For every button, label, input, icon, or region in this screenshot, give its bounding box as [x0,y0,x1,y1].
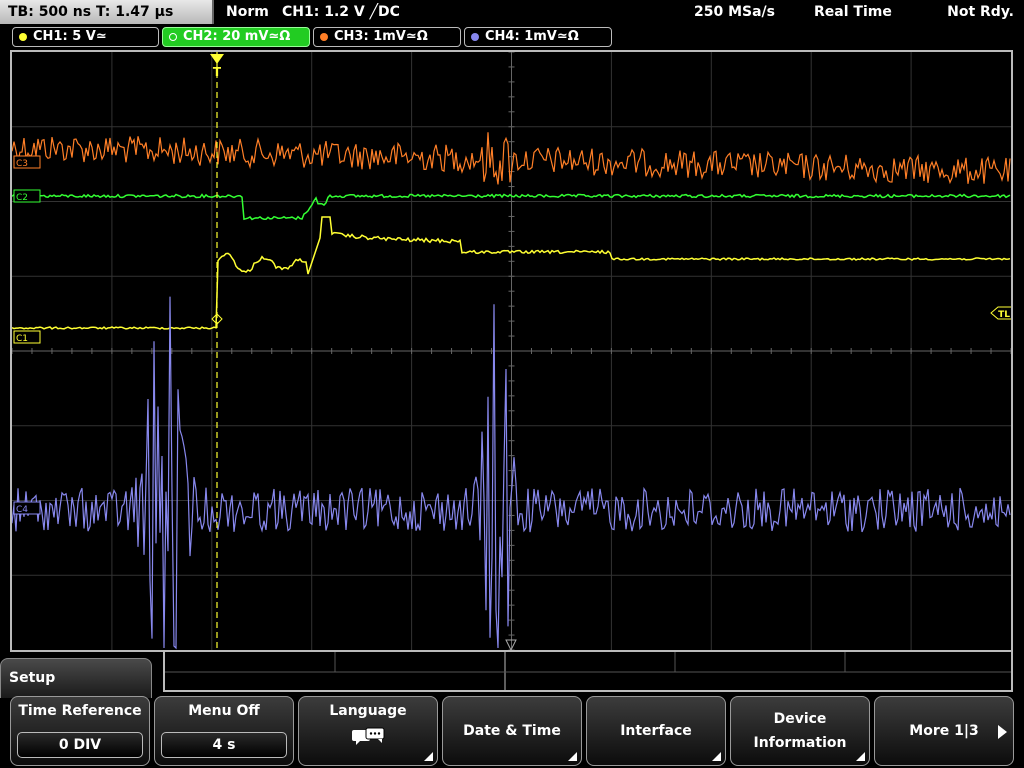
channel-tab-ch1[interactable]: CH1: 5 V≃ [12,27,159,47]
device-information-button[interactable]: Device Information [730,696,870,766]
interface-button[interactable]: Interface [586,696,726,766]
ch2-color-icon [169,33,177,41]
next-page-arrow-icon [998,725,1007,739]
ch2-marker-label: C2 [16,193,28,203]
date-time-label: Date & Time [463,723,561,739]
ch4-label: CH4: 1mV≃Ω [485,29,579,44]
zoom-strip [163,652,1013,692]
ch3-marker-label: C3 [16,159,28,169]
trigger-mode[interactable]: Norm [226,0,269,24]
waveform-canvas: T TL C1 C2 C3 C4 [12,52,1011,650]
device-information-label: Device Information [753,711,847,751]
trigger-setting[interactable]: CH1: 1.2 V ╱DC [282,0,400,24]
ch3-color-icon [320,33,328,41]
ch2-label: CH2: 20 mV≃Ω [183,29,291,44]
time-reference-value: 0 DIV [17,732,143,758]
sample-rate: 250 MSa/s [694,4,776,20]
submenu-indicator-icon [424,752,433,761]
status-bar: TB: 500 ns T: 1.47 µs Norm CH1: 1.2 V ╱D… [0,0,1024,24]
menu-off-button[interactable]: Menu Off 4 s [154,696,294,766]
ch1-label: CH1: 5 V≃ [33,29,107,44]
timebase-readout[interactable]: TB: 500 ns T: 1.47 µs [0,0,214,24]
trigger-top-label: T [213,65,222,79]
ch4-marker-label: C4 [16,505,28,515]
zoom-strip-canvas [165,652,1011,692]
submenu-indicator-icon [568,752,577,761]
ch1-marker-label: C1 [16,334,28,344]
time-reference-button[interactable]: Time Reference 0 DIV [10,696,150,766]
menu-title-tab: Setup [0,658,152,698]
ch1-color-icon [19,33,27,41]
time-reference-label: Time Reference [18,703,142,719]
channel-tab-ch4[interactable]: CH4: 1mV≃Ω [464,27,612,47]
language-label: Language [329,703,407,719]
language-button[interactable]: Language [298,696,438,766]
interface-label: Interface [620,723,692,739]
waveform-display[interactable]: T TL C1 C2 C3 C4 [10,50,1013,652]
ch3-label: CH3: 1mV≃Ω [334,29,428,44]
trigger-level-label: TL [998,310,1010,320]
graticule [12,52,1011,650]
menu-off-label: Menu Off [188,703,260,719]
menu-off-value: 4 s [161,732,287,758]
acquisition-mode: Real Time [814,4,892,20]
acquisition-state: Not Rdy. [947,4,1014,20]
channel-tab-ch2[interactable]: CH2: 20 mV≃Ω [162,27,310,47]
channel-tab-ch3[interactable]: CH3: 1mV≃Ω [313,27,461,47]
speech-bubbles-icon [352,727,385,745]
ch4-color-icon [471,33,479,41]
more-label: More 1|3 [909,723,979,739]
more-button[interactable]: More 1|3 [874,696,1014,766]
date-time-button[interactable]: Date & Time [442,696,582,766]
submenu-indicator-icon [856,752,865,761]
submenu-indicator-icon [712,752,721,761]
